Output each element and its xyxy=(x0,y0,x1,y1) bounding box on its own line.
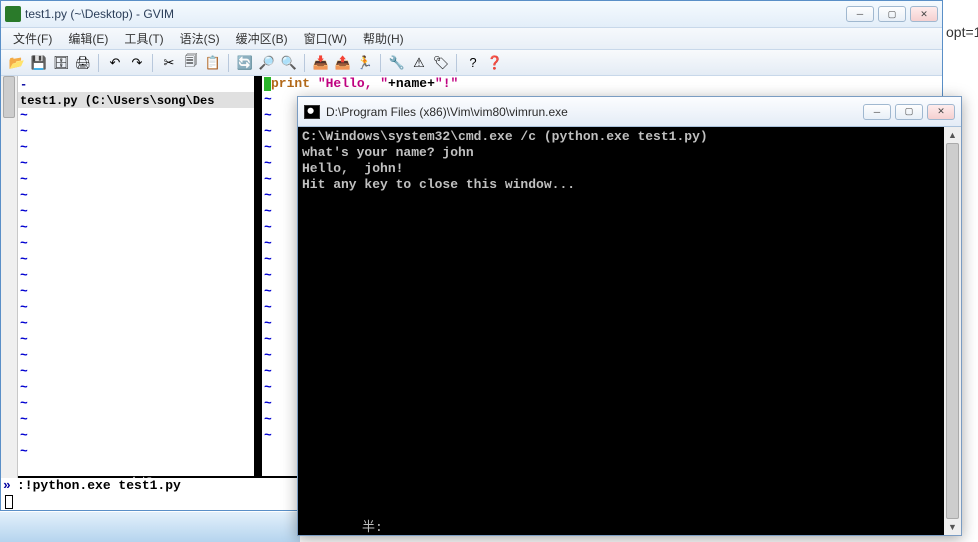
shell-icon[interactable]: ⚠ xyxy=(409,53,429,73)
taglist-file-header: test1.py (C:\Users\song\Des xyxy=(18,92,254,108)
code-line[interactable]: print "Hello, "+name+"!" xyxy=(262,76,942,92)
empty-line-tilde: ~ xyxy=(18,428,254,444)
empty-line-tilde: ~ xyxy=(18,204,254,220)
scroll-up-arrow-icon[interactable]: ▲ xyxy=(944,127,961,143)
console-title: D:\Program Files (x86)\Vim\vim80\vimrun.… xyxy=(326,105,863,119)
cut-icon[interactable]: ✂ xyxy=(159,53,179,73)
console-window: D:\Program Files (x86)\Vim\vim80\vimrun.… xyxy=(297,96,962,536)
empty-line-tilde: ~ xyxy=(18,380,254,396)
help-icon[interactable]: ? xyxy=(463,53,483,73)
load-session-icon[interactable]: 📥 xyxy=(311,53,331,73)
ctags-icon[interactable]: 🏷 xyxy=(431,53,451,73)
taglist-top-line: - xyxy=(18,76,254,92)
make-icon[interactable]: 🔧 xyxy=(387,53,407,73)
empty-line-tilde: ~ xyxy=(18,284,254,300)
empty-line-tilde: ~ xyxy=(18,364,254,380)
toolbar: 📂💾🗄🖨 ↶↷ ✂🗐📋 🔄🔎🔍 📥📤🏃 🔧⚠🏷?❓ xyxy=(1,50,942,76)
empty-line-tilde: ~ xyxy=(18,236,254,252)
empty-line-tilde: ~ xyxy=(18,332,254,348)
console-scrollbar[interactable]: ▲ ▼ xyxy=(944,127,961,535)
empty-line-tilde: ~ xyxy=(18,124,254,140)
find-next-icon[interactable]: 🔎 xyxy=(257,53,277,73)
run-script-icon[interactable]: 🏃 xyxy=(355,53,375,73)
taglist-pane[interactable]: - test1.py (C:\Users\song\Des ~~~~~~~~~~… xyxy=(18,76,254,510)
find-prev-icon[interactable]: 🔍 xyxy=(279,53,299,73)
console-app-icon xyxy=(304,105,320,119)
toolbar-separator xyxy=(380,54,382,72)
scroll-down-arrow-icon[interactable]: ▼ xyxy=(944,519,961,535)
vertical-split[interactable] xyxy=(254,76,262,510)
cmdline-cursor xyxy=(5,495,13,509)
cursor xyxy=(264,77,271,91)
console-maximize-button[interactable]: ▢ xyxy=(895,104,923,120)
save-session-icon[interactable]: 📤 xyxy=(333,53,353,73)
toolbar-separator xyxy=(98,54,100,72)
menu-buffer[interactable]: 缓冲区(B) xyxy=(228,28,296,49)
saveall-icon[interactable]: 🗄 xyxy=(51,53,71,73)
menu-tools[interactable]: 工具(T) xyxy=(116,28,171,49)
redo-icon[interactable]: ↷ xyxy=(127,53,147,73)
console-close-button[interactable]: ✕ xyxy=(927,104,955,120)
empty-line-tilde: ~ xyxy=(18,348,254,364)
menu-file[interactable]: 文件(F) xyxy=(5,28,60,49)
empty-line-tilde: ~ xyxy=(18,188,254,204)
background-hint: opt=1 xyxy=(944,0,978,44)
toolbar-separator xyxy=(456,54,458,72)
console-body: C:\Windows\system32\cmd.exe /c (python.e… xyxy=(298,127,961,535)
maximize-button[interactable]: ▢ xyxy=(878,6,906,22)
paste-icon[interactable]: 📋 xyxy=(203,53,223,73)
console-ime-status: 半: xyxy=(358,516,387,535)
gvim-titlebar[interactable]: test1.py (~\Desktop) - GVIM ─ ▢ ✕ xyxy=(1,1,942,28)
empty-line-tilde: ~ xyxy=(18,172,254,188)
empty-line-tilde: ~ xyxy=(18,316,254,332)
console-titlebar[interactable]: D:\Program Files (x86)\Vim\vim80\vimrun.… xyxy=(298,97,961,127)
empty-line-tilde: ~ xyxy=(18,252,254,268)
gvim-app-icon xyxy=(5,6,21,22)
close-button[interactable]: ✕ xyxy=(910,6,938,22)
empty-line-tilde: ~ xyxy=(18,300,254,316)
gvim-title: test1.py (~\Desktop) - GVIM xyxy=(25,7,846,21)
print-icon[interactable]: 🖨 xyxy=(73,53,93,73)
menubar: 文件(F)编辑(E)工具(T)语法(S)缓冲区(B)窗口(W)帮助(H) xyxy=(1,28,942,50)
undo-icon[interactable]: ↶ xyxy=(105,53,125,73)
empty-line-tilde: ~ xyxy=(18,396,254,412)
empty-line-tilde: ~ xyxy=(18,108,254,124)
empty-line-tilde: ~ xyxy=(18,268,254,284)
left-scrollbar[interactable]: ▼ xyxy=(1,76,18,510)
save-icon[interactable]: 💾 xyxy=(29,53,49,73)
find-help-icon[interactable]: ❓ xyxy=(485,53,505,73)
menu-help[interactable]: 帮助(H) xyxy=(355,28,412,49)
scrollbar-thumb[interactable] xyxy=(946,143,959,519)
menu-window[interactable]: 窗口(W) xyxy=(296,28,355,49)
empty-line-tilde: ~ xyxy=(18,156,254,172)
empty-line-tilde: ~ xyxy=(18,140,254,156)
console-output[interactable]: C:\Windows\system32\cmd.exe /c (python.e… xyxy=(298,127,944,535)
minimize-button[interactable]: ─ xyxy=(846,6,874,22)
copy-icon[interactable]: 🗐 xyxy=(181,53,201,73)
menu-edit[interactable]: 编辑(E) xyxy=(60,28,116,49)
toolbar-separator xyxy=(152,54,154,72)
empty-line-tilde: ~ xyxy=(18,412,254,428)
taskbar-fragment xyxy=(0,512,300,542)
empty-line-tilde: ~ xyxy=(18,220,254,236)
find-replace-icon[interactable]: 🔄 xyxy=(235,53,255,73)
menu-syntax[interactable]: 语法(S) xyxy=(172,28,228,49)
console-minimize-button[interactable]: ─ xyxy=(863,104,891,120)
empty-line-tilde: ~ xyxy=(18,444,254,460)
open-icon[interactable]: 📂 xyxy=(7,53,27,73)
toolbar-separator xyxy=(228,54,230,72)
toolbar-separator xyxy=(304,54,306,72)
